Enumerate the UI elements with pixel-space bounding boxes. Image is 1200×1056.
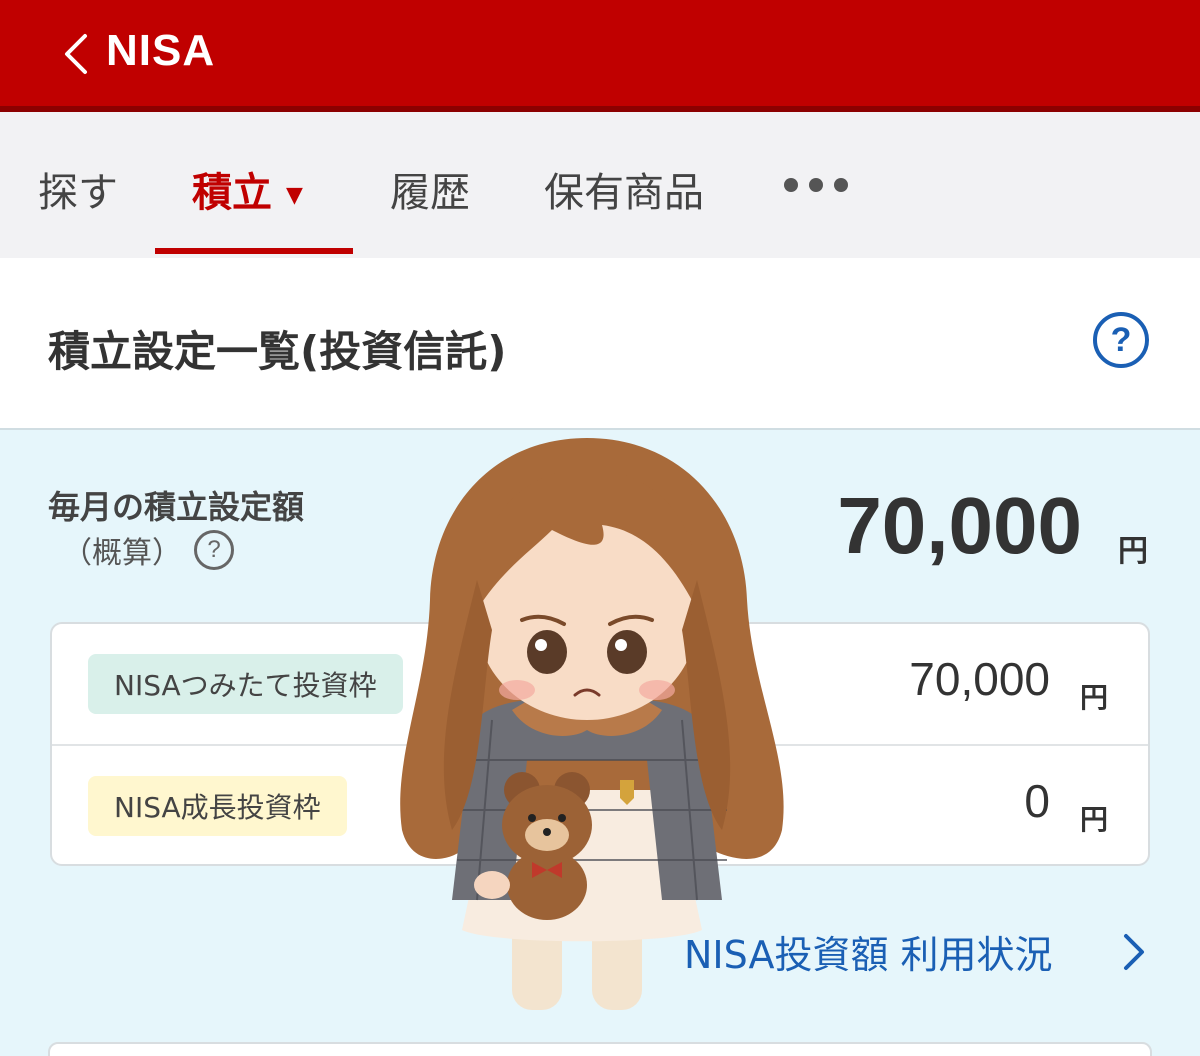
tsumitate-badge: NISAつみたて投資枠 xyxy=(88,654,403,714)
girl-with-teddy-bear-illustration xyxy=(400,438,784,1010)
caret-down-icon: ▼ xyxy=(286,182,303,208)
tab-bar: 探す 積立 ▼ 履歴 保有商品 xyxy=(0,112,1200,258)
help-icon[interactable]: ? xyxy=(1093,312,1149,368)
tsumitate-amount: 70,000 xyxy=(909,653,1050,705)
growth-unit: 円 xyxy=(1080,803,1109,836)
tab-tsumitate[interactable]: 積立 ▼ xyxy=(192,160,303,218)
page-title: NISA xyxy=(106,26,216,75)
app-header: NISA xyxy=(0,0,1200,112)
back-button[interactable] xyxy=(52,28,100,80)
tab-search[interactable]: 探す xyxy=(38,160,118,218)
tab-holdings[interactable]: 保有商品 xyxy=(544,160,704,218)
monthly-amount-value: 70,000 xyxy=(837,481,1082,570)
monthly-help-icon[interactable]: ? xyxy=(194,530,234,570)
next-card-edge xyxy=(48,1042,1152,1056)
monthly-amount-unit: 円 xyxy=(1118,534,1148,569)
chevron-left-icon xyxy=(65,34,87,74)
growth-amount: 0 xyxy=(1024,775,1050,827)
chevron-right-icon[interactable] xyxy=(1118,932,1150,972)
monthly-amount-sublabel: （概算） xyxy=(62,536,182,571)
section-header: 積立設定一覧(投資信託) ? xyxy=(0,258,1200,428)
tab-tsumitate-label: 積立 xyxy=(192,170,272,216)
monthly-amount-label: 毎月の積立設定額 xyxy=(48,488,305,526)
active-tab-indicator xyxy=(155,248,353,254)
more-dots-icon[interactable] xyxy=(784,178,848,192)
tsumitate-unit: 円 xyxy=(1080,681,1109,714)
growth-badge: NISA成長投資枠 xyxy=(88,776,347,836)
tab-history[interactable]: 履歴 xyxy=(390,160,470,218)
section-title: 積立設定一覧(投資信託) xyxy=(48,327,507,376)
